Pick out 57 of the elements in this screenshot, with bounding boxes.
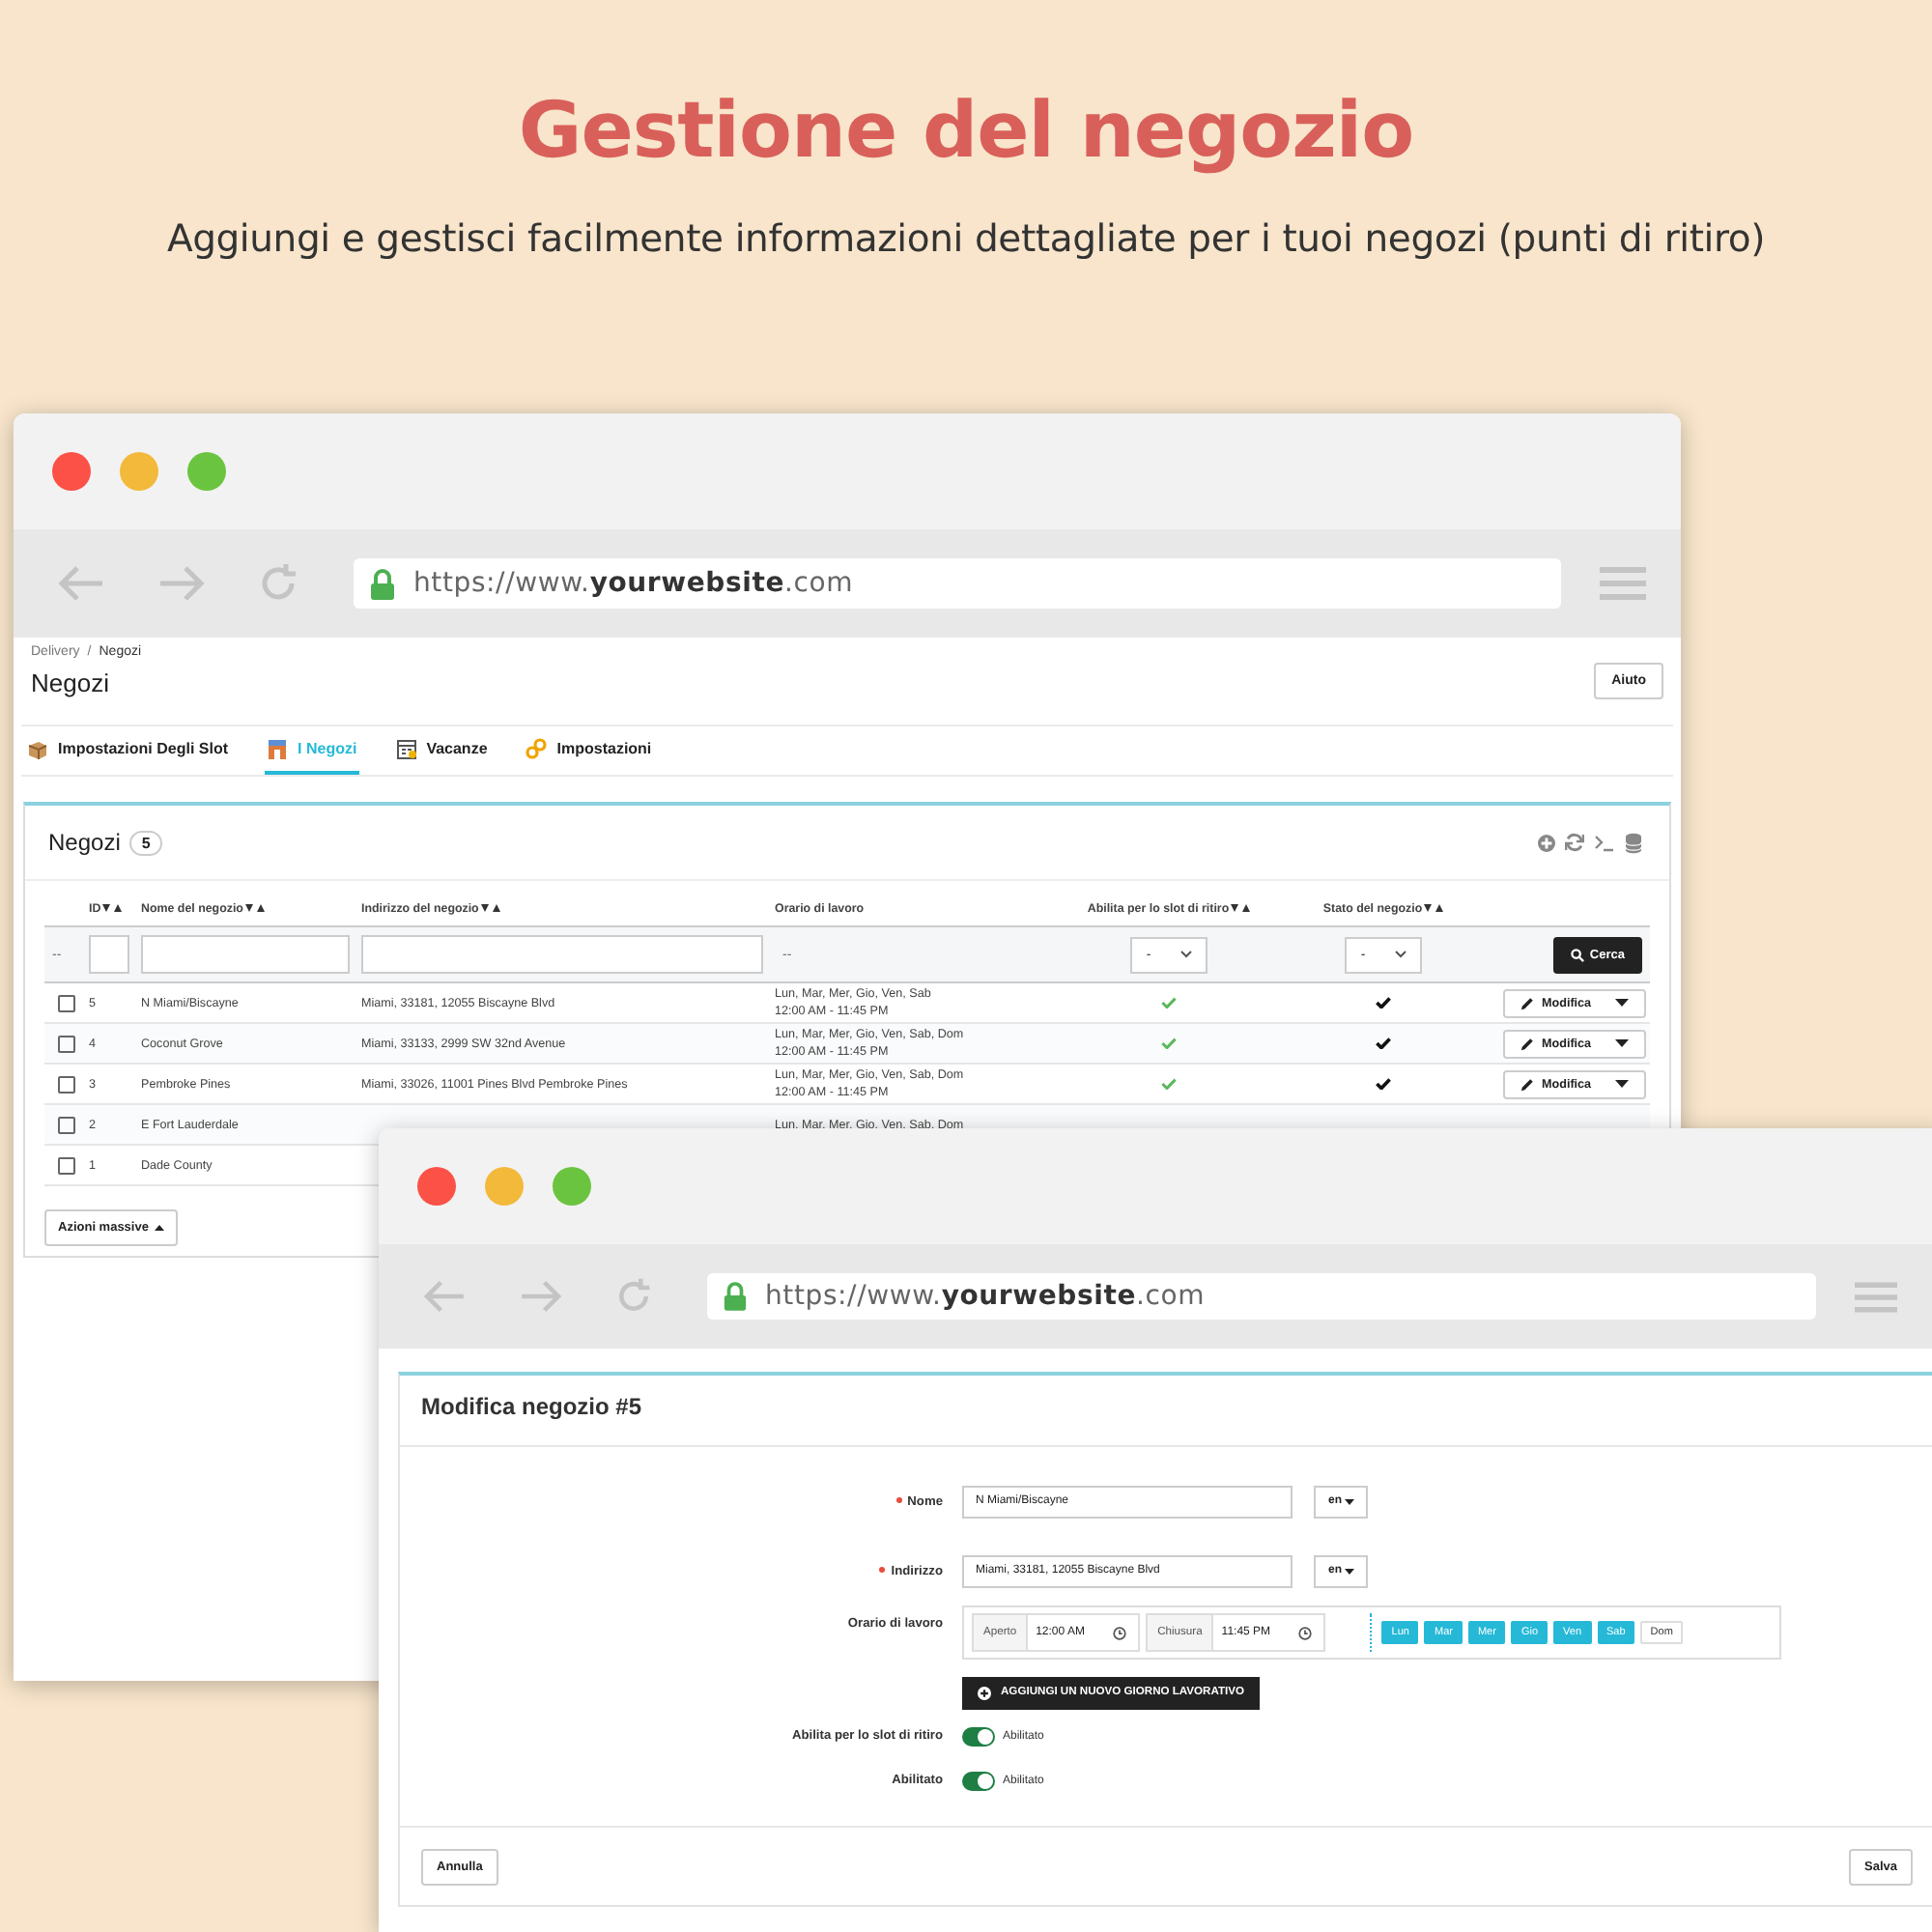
chevron-icon <box>1179 951 1192 958</box>
caret-icon <box>154 1225 164 1231</box>
maximize-dot[interactable] <box>553 1167 591 1206</box>
plus-icon <box>978 1686 991 1699</box>
form-title: Modifica negozio #5 <box>400 1376 1932 1447</box>
count-badge: 5 <box>129 830 162 855</box>
address-bar[interactable]: https://www.yourwebsite.com <box>354 558 1561 609</box>
clock-icon[interactable] <box>1298 1626 1313 1639</box>
sort-icon[interactable] <box>480 903 500 913</box>
page-heading: Negozi <box>31 668 111 697</box>
lock-icon <box>723 1281 748 1312</box>
minimize-dot[interactable] <box>120 452 158 491</box>
database-icon[interactable] <box>1625 832 1642 853</box>
pencil-icon <box>1520 1037 1534 1050</box>
link-icon <box>526 738 548 759</box>
search-icon <box>1570 948 1584 961</box>
panel-title: Negozi <box>48 829 121 856</box>
address-filter-field[interactable] <box>361 935 763 974</box>
box-icon <box>27 738 48 759</box>
caret-icon <box>1344 1568 1353 1574</box>
sort-icon[interactable] <box>1231 903 1251 913</box>
tab[interactable]: Impostazioni Degli Slot <box>25 726 231 775</box>
tab[interactable]: Vacanze <box>393 726 490 775</box>
close-dot[interactable] <box>417 1167 456 1206</box>
sort-icon[interactable] <box>244 903 265 913</box>
row-checkbox[interactable] <box>58 994 75 1011</box>
page-title: Gestione del negozio <box>516 85 1416 178</box>
sort-icon[interactable] <box>1424 903 1444 913</box>
sort-icon[interactable] <box>102 903 123 913</box>
shop-icon <box>267 738 289 759</box>
row-checkbox[interactable] <box>58 1075 75 1093</box>
clock-icon[interactable] <box>1113 1626 1127 1639</box>
caret-icon <box>1615 1039 1629 1047</box>
maximize-dot[interactable] <box>187 452 226 491</box>
address-bar[interactable]: https://www.yourwebsite.com <box>707 1273 1816 1320</box>
pencil-icon <box>1520 996 1534 1009</box>
chevron-icon <box>1394 951 1406 958</box>
close-dot[interactable] <box>52 452 91 491</box>
terminal-icon[interactable] <box>1594 834 1615 851</box>
caret-icon <box>1344 1498 1353 1504</box>
name-filter-field[interactable] <box>141 935 350 974</box>
lock-icon <box>369 567 396 600</box>
caret-icon <box>1615 1080 1629 1088</box>
minimize-dot[interactable] <box>485 1167 524 1206</box>
toggle-switch[interactable] <box>962 1771 995 1790</box>
caret-icon <box>1615 999 1629 1007</box>
pencil-icon <box>1520 1077 1534 1091</box>
row-checkbox[interactable] <box>58 1035 75 1052</box>
row-checkbox[interactable] <box>58 1156 75 1174</box>
id-filter-field[interactable] <box>89 935 129 974</box>
page-subtitle: Aggiungi e gestisci facilmente informazioni dettagliate per i tuoi negozi (punti di ritiro) <box>164 216 1768 263</box>
tab[interactable]: Impostazioni <box>524 726 654 775</box>
row-checkbox[interactable] <box>58 1116 75 1133</box>
add-icon[interactable] <box>1538 834 1555 851</box>
toggle-switch[interactable] <box>962 1726 995 1746</box>
refresh-icon[interactable] <box>1565 833 1584 852</box>
calendar-icon <box>395 738 417 759</box>
